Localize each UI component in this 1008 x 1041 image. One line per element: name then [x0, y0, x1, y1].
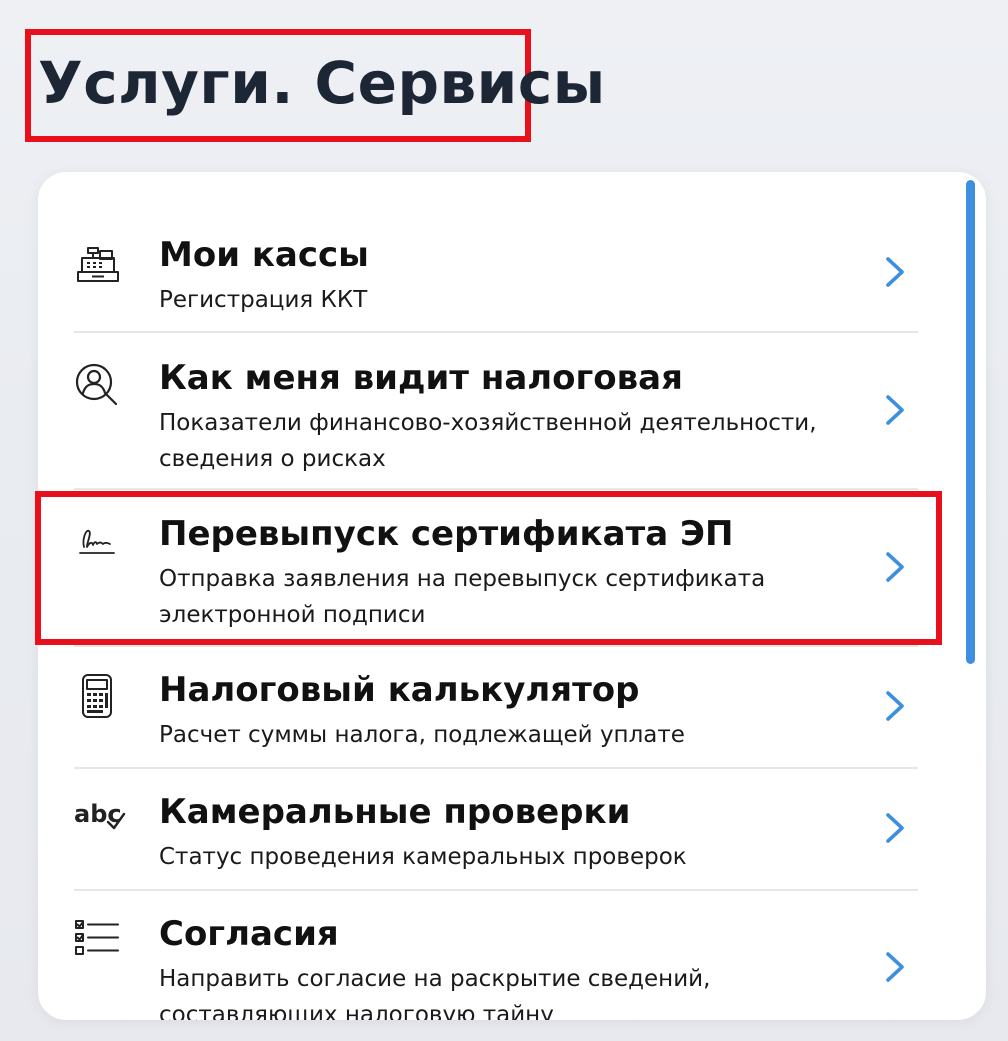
user-search-icon	[74, 362, 120, 408]
service-subtitle: Регистрация ККТ	[159, 287, 368, 313]
service-subtitle: Направить согласие на раскрытие сведений…	[159, 966, 711, 1020]
service-title: Как меня видит налоговая	[159, 358, 683, 398]
divider	[74, 767, 918, 769]
service-subtitle: Статус проведения камеральных проверок	[159, 844, 687, 870]
checklist-icon	[74, 917, 120, 963]
divider	[74, 331, 918, 333]
chevron-right-icon	[883, 811, 907, 845]
certificate-highlight-frame	[35, 491, 942, 645]
divider	[74, 488, 918, 490]
service-title: Налоговый калькулятор	[159, 670, 640, 710]
service-subtitle: Расчет суммы налога, подлежащей уплате	[159, 722, 685, 748]
chevron-right-icon	[883, 393, 907, 427]
calculator-icon	[74, 673, 120, 719]
divider	[74, 645, 918, 647]
chevron-right-icon	[883, 255, 907, 289]
chevron-right-icon	[883, 950, 907, 984]
abc-check-icon: abc	[74, 792, 134, 838]
service-title: Камеральные проверки	[159, 792, 631, 832]
svg-text:abc: abc	[74, 800, 122, 828]
service-subtitle: Показатели финансово-хозяйственной деяте…	[159, 410, 817, 472]
chevron-right-icon	[883, 689, 907, 723]
divider	[74, 889, 918, 891]
service-title: Согласия	[159, 914, 339, 954]
scrollbar[interactable]	[966, 180, 975, 664]
service-title: Мои кассы	[159, 235, 369, 275]
cash-register-icon	[74, 242, 120, 288]
page-title: Услуги. Сервисы	[38, 49, 606, 117]
